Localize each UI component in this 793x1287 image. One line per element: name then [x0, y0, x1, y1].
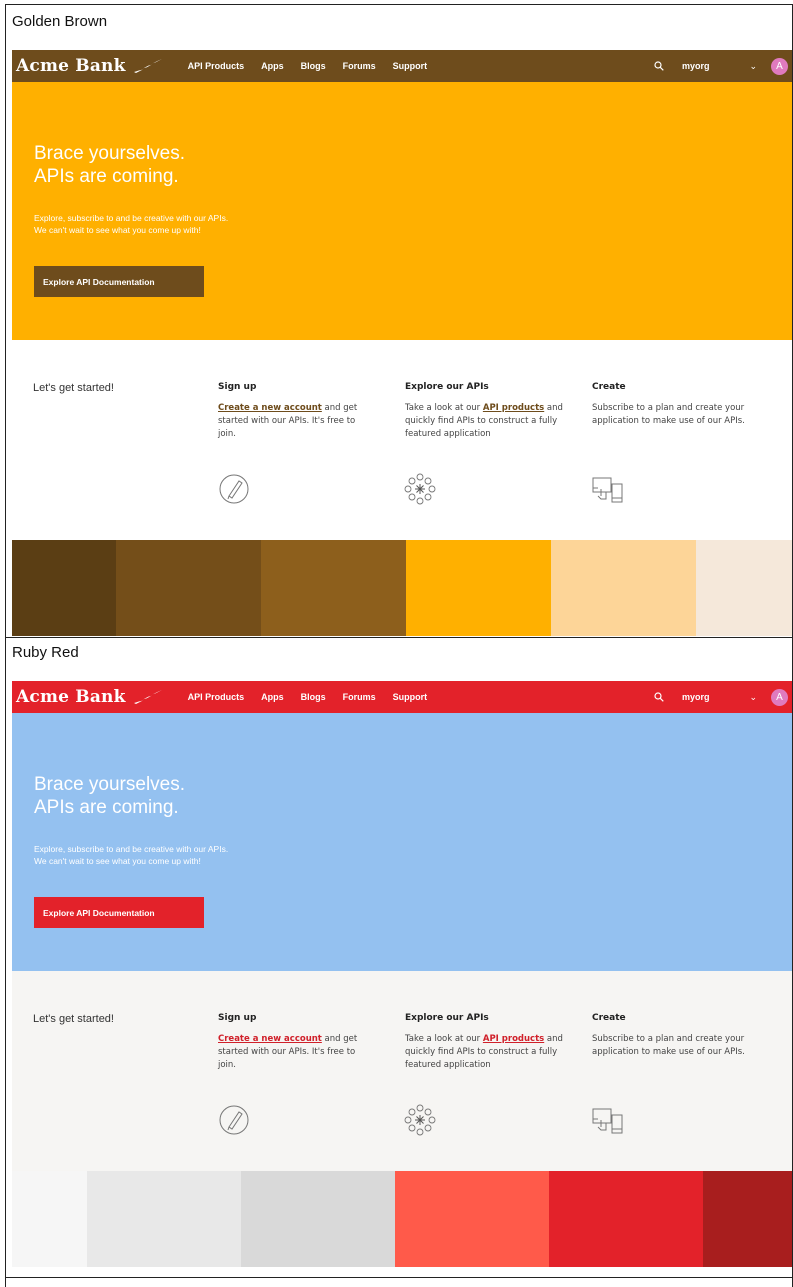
- signup-heading: Sign up: [218, 382, 257, 392]
- getting-started-title: Let's get started!: [33, 1013, 114, 1025]
- nav-blogs[interactable]: Blogs: [301, 61, 326, 71]
- table-divider: [6, 1277, 792, 1278]
- hero-title-line: Brace yourselves.: [34, 774, 186, 795]
- signup-heading: Sign up: [218, 1013, 257, 1023]
- hero-text-line: Explore, subscribe to and be creative wi…: [34, 844, 229, 854]
- hero-title-line: Brace yourselves.: [34, 143, 186, 164]
- create-column: Create Subscribe to a plan and create yo…: [592, 382, 752, 428]
- app-touch-icon: [592, 1108, 623, 1134]
- nav-right: myorg ⌄ A: [654, 50, 788, 82]
- color-swatches: [12, 1171, 792, 1267]
- color-swatch: [696, 540, 792, 636]
- org-selector[interactable]: myorg: [682, 61, 710, 71]
- signup-text: Create a new account and get started wit…: [218, 1033, 373, 1072]
- explore-heading: Explore our APIs: [405, 382, 489, 392]
- theme-table: Golden Brown Acme Bank API Products Apps…: [5, 4, 793, 1287]
- explore-text-before: Take a look at our: [405, 403, 483, 413]
- feather-logo-icon: [133, 59, 162, 73]
- color-swatch: [703, 1171, 792, 1267]
- nav-apps[interactable]: Apps: [261, 692, 284, 702]
- create-account-link[interactable]: Create a new account: [218, 403, 322, 413]
- color-swatch: [395, 1171, 549, 1267]
- create-text: Subscribe to a plan and create your appl…: [592, 1034, 745, 1057]
- getting-started-title: Let's get started!: [33, 382, 114, 394]
- color-swatch: [116, 540, 261, 636]
- theme-caption: Ruby Red: [12, 644, 79, 661]
- create-column: Create Subscribe to a plan and create yo…: [592, 1013, 752, 1059]
- feather-logo-icon: [133, 690, 162, 704]
- search-icon[interactable]: [654, 692, 664, 702]
- network-icon: [404, 473, 436, 505]
- color-swatch: [12, 540, 116, 636]
- create-heading: Create: [592, 382, 626, 392]
- chevron-down-icon[interactable]: ⌄: [749, 692, 757, 703]
- signup-column: Sign up Create a new account and get sta…: [218, 1013, 373, 1072]
- logo[interactable]: Acme Bank: [16, 56, 126, 76]
- hero-text-line: We can't wait to see what you come up wi…: [34, 856, 201, 866]
- color-swatch: [261, 540, 406, 636]
- nav-blogs[interactable]: Blogs: [301, 692, 326, 702]
- top-nav: Acme Bank API Products Apps Blogs Forums…: [12, 681, 792, 713]
- hero-title: Brace yourselves. APIs are coming.: [34, 773, 185, 819]
- hero-text-line: We can't wait to see what you come up wi…: [34, 225, 201, 235]
- explore-text-before: Take a look at our: [405, 1034, 483, 1044]
- network-icon: [404, 1104, 436, 1136]
- explore-api-docs-button[interactable]: Explore API Documentation: [34, 266, 204, 297]
- hero-text: Explore, subscribe to and be creative wi…: [34, 843, 228, 867]
- signup-column: Sign up Create a new account and get sta…: [218, 382, 373, 441]
- logo[interactable]: Acme Bank: [16, 687, 126, 707]
- pencil-icon: [219, 474, 249, 504]
- app-touch-icon: [592, 477, 623, 503]
- explore-heading: Explore our APIs: [405, 1013, 489, 1023]
- api-products-link[interactable]: API products: [483, 1034, 544, 1044]
- create-heading: Create: [592, 1013, 626, 1023]
- nav-api-products[interactable]: API Products: [188, 692, 245, 702]
- hero-title-line: APIs are coming.: [34, 166, 179, 187]
- explore-api-docs-button[interactable]: Explore API Documentation: [34, 897, 204, 928]
- theme-section-ruby-red: Ruby Red Acme Bank API Products Apps Blo…: [6, 638, 792, 1278]
- color-swatch: [406, 540, 551, 636]
- search-icon[interactable]: [654, 61, 664, 71]
- portal-screenshot: Acme Bank API Products Apps Blogs Forums…: [12, 681, 792, 1268]
- explore-text: Take a look at our API products and quic…: [405, 402, 565, 441]
- getting-started-section: Let's get started! Sign up Create a new …: [12, 340, 792, 540]
- nav-apps[interactable]: Apps: [261, 61, 284, 71]
- explore-text: Take a look at our API products and quic…: [405, 1033, 565, 1072]
- explore-column: Explore our APIs Take a look at our API …: [405, 382, 565, 441]
- chevron-down-icon[interactable]: ⌄: [749, 61, 757, 72]
- hero-banner: Brace yourselves. APIs are coming. Explo…: [12, 713, 792, 971]
- color-swatches: [12, 540, 792, 636]
- color-swatch: [87, 1171, 241, 1267]
- org-selector[interactable]: myorg: [682, 692, 710, 702]
- theme-section-golden-brown: Golden Brown Acme Bank API Products Apps…: [6, 5, 792, 637]
- theme-caption: Golden Brown: [12, 13, 108, 30]
- avatar[interactable]: A: [771, 57, 788, 75]
- top-nav: Acme Bank API Products Apps Blogs Forums…: [12, 50, 792, 82]
- portal-screenshot: Acme Bank API Products Apps Blogs Forums…: [12, 50, 792, 637]
- hero-title-line: APIs are coming.: [34, 797, 179, 818]
- api-products-link[interactable]: API products: [483, 403, 544, 413]
- hero-text-line: Explore, subscribe to and be creative wi…: [34, 213, 229, 223]
- pencil-icon: [219, 1105, 249, 1135]
- nav-forums[interactable]: Forums: [343, 61, 376, 71]
- color-swatch: [12, 1171, 87, 1267]
- color-swatch: [551, 540, 696, 636]
- getting-started-section: Let's get started! Sign up Create a new …: [12, 971, 792, 1171]
- explore-column: Explore our APIs Take a look at our API …: [405, 1013, 565, 1072]
- color-swatch: [549, 1171, 703, 1267]
- create-text: Subscribe to a plan and create your appl…: [592, 403, 745, 426]
- hero-title: Brace yourselves. APIs are coming.: [34, 142, 185, 188]
- nav-right: myorg ⌄ A: [654, 681, 788, 713]
- nav-forums[interactable]: Forums: [343, 692, 376, 702]
- hero-text: Explore, subscribe to and be creative wi…: [34, 212, 228, 236]
- color-swatch: [241, 1171, 395, 1267]
- avatar[interactable]: A: [771, 688, 788, 706]
- nav-api-products[interactable]: API Products: [188, 61, 245, 71]
- signup-text: Create a new account and get started wit…: [218, 402, 373, 441]
- create-account-link[interactable]: Create a new account: [218, 1034, 322, 1044]
- nav-support[interactable]: Support: [393, 692, 428, 702]
- hero-banner: Brace yourselves. APIs are coming. Explo…: [12, 82, 792, 340]
- nav-support[interactable]: Support: [393, 61, 428, 71]
